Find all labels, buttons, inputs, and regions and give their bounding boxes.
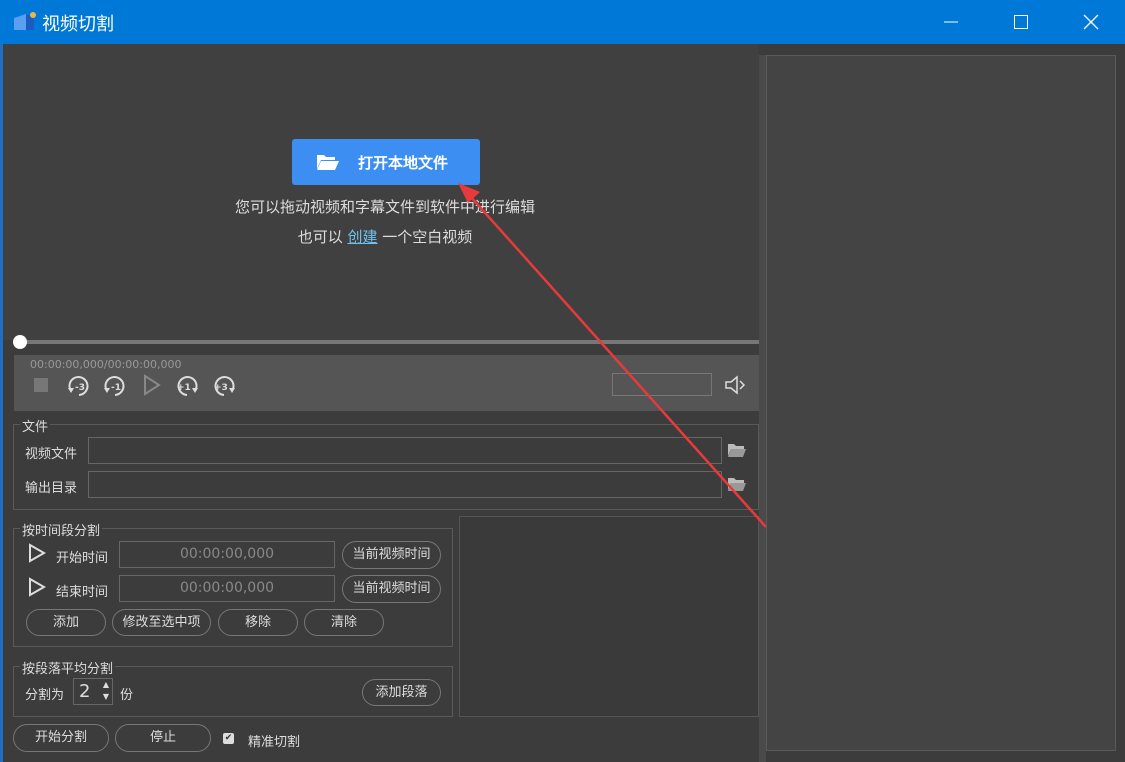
red-arrow-annotation — [458, 183, 767, 528]
